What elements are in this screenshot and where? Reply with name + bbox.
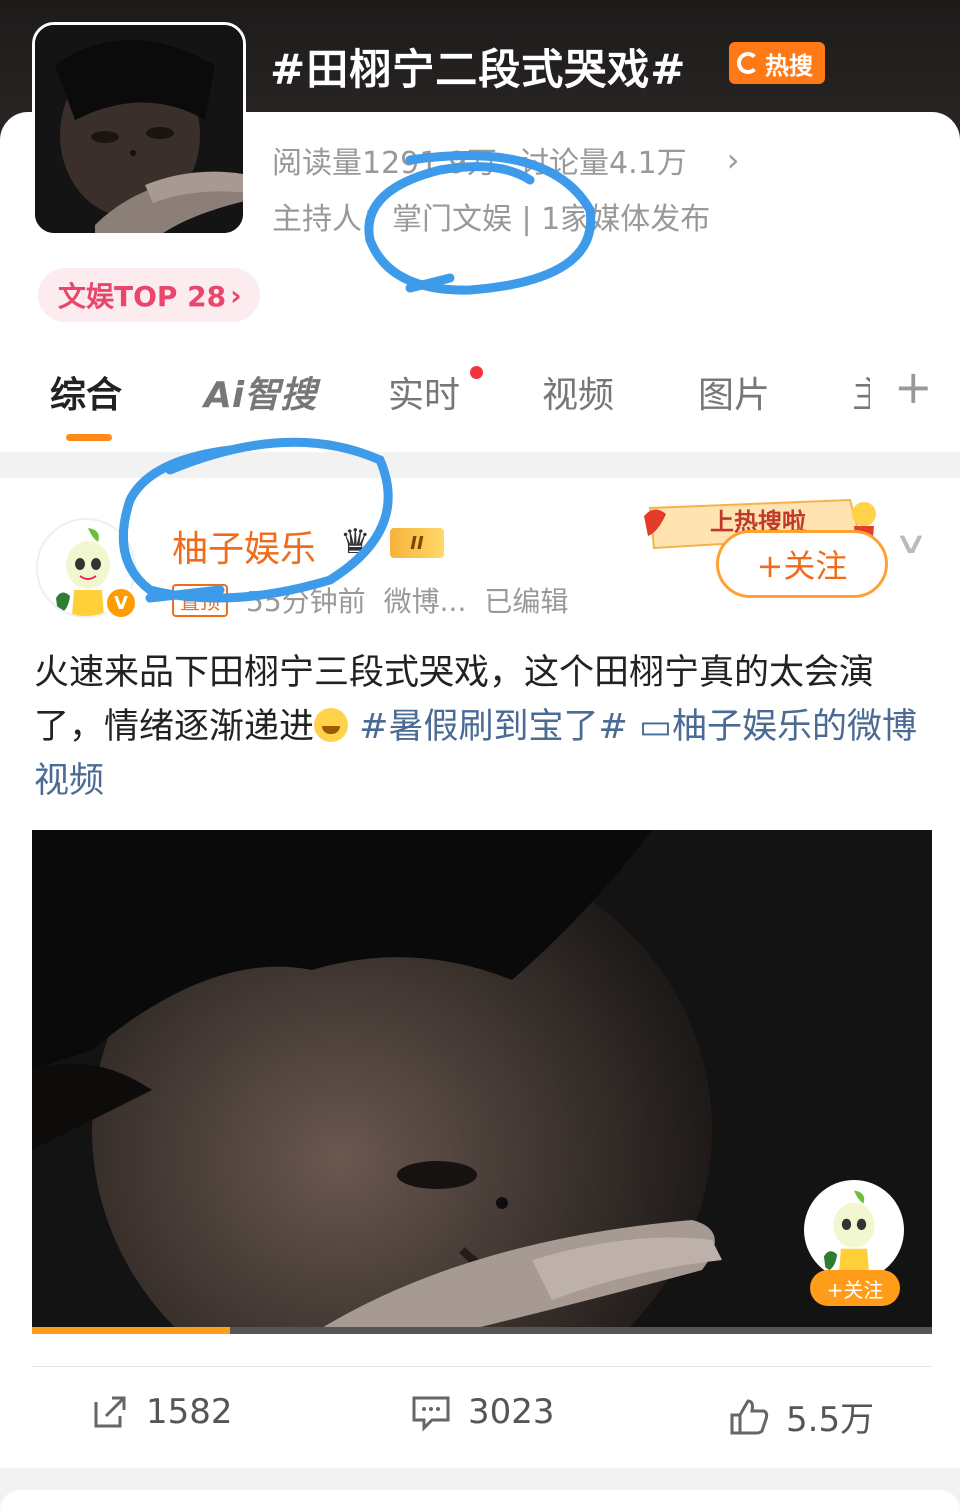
realtime-notification-dot — [470, 366, 483, 379]
hot-badge-label: 热搜 — [765, 51, 813, 80]
topic-stats[interactable]: 阅读量1291.9万 讨论量4.1万 › — [272, 138, 740, 182]
follow-button[interactable]: +关注 — [716, 530, 888, 598]
crown-icon: ♛ — [340, 522, 371, 562]
weibo-topic-page: #田栩宁二段式哭戏# 热搜 阅读量1291.9万 讨论量4.1万 › 主持人：掌… — [0, 0, 960, 1510]
hot-search-badge[interactable]: 热搜 — [729, 42, 825, 84]
post-time: 55分钟前 — [246, 585, 366, 618]
rank-pill[interactable]: 文娱TOP 28 › — [38, 268, 260, 322]
post-text: 火速来品下田栩宁三段式哭戏，这个田栩宁真的太会演了，情绪逐渐递进 #暑假刷到宝了… — [34, 646, 934, 808]
topic-title: #田栩宁二段式哭戏# — [270, 45, 687, 94]
video-progress-fill — [32, 1327, 230, 1334]
verified-badge-icon: V — [104, 586, 138, 620]
action-bar: 1582 3023 5.5万 — [0, 1378, 960, 1458]
hot-icon — [737, 52, 759, 74]
next-post-card — [0, 1490, 960, 1510]
chevron-right-icon: › — [726, 141, 740, 179]
video-follow-button[interactable]: +关注 — [810, 1270, 900, 1306]
post-source: 微博... — [383, 585, 467, 618]
tab-comprehensive[interactable]: 综合 — [50, 366, 122, 418]
edited-label: 已编辑 — [484, 585, 569, 618]
repost-icon — [94, 1396, 126, 1428]
video-author-avatar[interactable] — [804, 1180, 904, 1280]
level-badge: II — [390, 528, 444, 558]
tab-more[interactable]: 主 — [852, 366, 870, 418]
comment-icon — [412, 1396, 450, 1432]
thumbs-up-icon — [730, 1398, 769, 1434]
topic-cover-image[interactable] — [32, 22, 246, 236]
repost-button[interactable]: 1582 — [90, 1392, 233, 1432]
chevron-down-icon[interactable]: ∨ — [893, 526, 928, 561]
add-tab-icon[interactable]: + — [894, 364, 933, 410]
topic-host[interactable]: 主持人：掌门文娱 | 1家媒体发布 — [272, 194, 710, 238]
chevron-right-icon: › — [230, 278, 242, 312]
tab-ai-search[interactable]: Ai智搜 — [204, 366, 316, 418]
hashtag-link[interactable]: #暑假刷到宝了# — [359, 707, 628, 747]
video-player[interactable] — [32, 830, 932, 1334]
author-name[interactable]: 柚子娱乐 — [172, 520, 316, 572]
comment-button[interactable]: 3023 — [410, 1392, 555, 1432]
video-camera-icon: ▭ — [638, 707, 673, 747]
like-count: 5.5万 — [786, 1400, 875, 1440]
rank-label: 文娱TOP 28 — [58, 280, 227, 313]
discuss-count: 讨论量4.1万 — [518, 146, 687, 181]
pinned-tag: 置顶 — [172, 583, 228, 617]
post-card: V 柚子娱乐 ♛ II 置顶 55分钟前 微博... 已编辑 上热搜啦 +关注 … — [0, 478, 960, 1468]
read-count: 阅读量1291.9万 — [272, 146, 497, 181]
tab-video[interactable]: 视频 — [542, 366, 614, 418]
crying-emoji-icon — [314, 708, 349, 742]
tab-images[interactable]: 图片 — [698, 366, 770, 418]
post-meta: 置顶 55分钟前 微博... 已编辑 — [172, 580, 568, 620]
active-tab-indicator — [66, 434, 112, 441]
comment-count: 3023 — [468, 1392, 555, 1432]
repost-count: 1582 — [146, 1392, 233, 1432]
tab-realtime[interactable]: 实时 — [388, 366, 460, 418]
like-button[interactable]: 5.5万 — [728, 1392, 874, 1441]
action-divider — [32, 1366, 932, 1367]
video-progress-bar[interactable] — [32, 1327, 932, 1334]
